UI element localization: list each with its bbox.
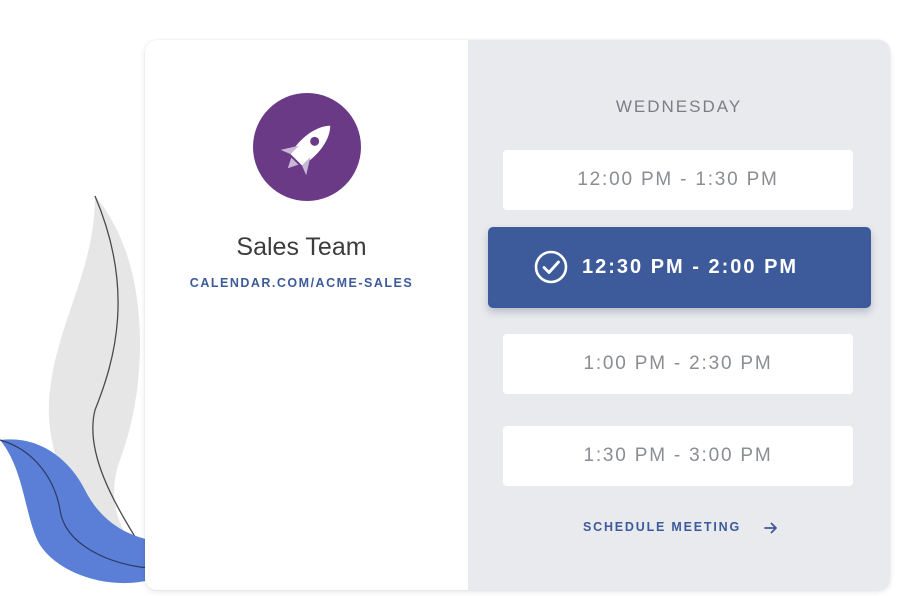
booking-widget-stage: Sales Team CALENDAR.COM/ACME-SALES WEDNE… (0, 0, 905, 596)
timeslot-selected-label: 12:30 PM - 2:00 PM (582, 256, 799, 278)
team-avatar (253, 93, 361, 201)
rocket-icon (280, 125, 331, 176)
team-calendar-link[interactable]: CALENDAR.COM/ACME-SALES (145, 276, 458, 290)
leaf-decoration (0, 195, 151, 584)
team-panel: Sales Team CALENDAR.COM/ACME-SALES (145, 40, 468, 590)
timeslot-option[interactable]: 12:00 PM - 1:30 PM (503, 150, 853, 210)
timeslot-panel: WEDNESDAY 12:00 PM - 1:30 PM 12:30 PM - … (468, 40, 890, 590)
schedule-meeting-button[interactable]: SCHEDULE MEETING (583, 520, 778, 534)
booking-card: Sales Team CALENDAR.COM/ACME-SALES WEDNE… (145, 40, 890, 590)
day-label: WEDNESDAY (615, 97, 743, 116)
timeslot-option-selected[interactable]: 12:30 PM - 2:00 PM (488, 227, 871, 308)
timeslot-option[interactable]: 1:30 PM - 3:00 PM (503, 426, 853, 486)
schedule-meeting-label: SCHEDULE MEETING (583, 520, 741, 534)
team-name: Sales Team (236, 233, 367, 261)
check-circle-icon (534, 250, 568, 284)
timeslot-option[interactable]: 1:00 PM - 2:30 PM (503, 334, 853, 394)
arrow-right-icon (764, 522, 778, 534)
